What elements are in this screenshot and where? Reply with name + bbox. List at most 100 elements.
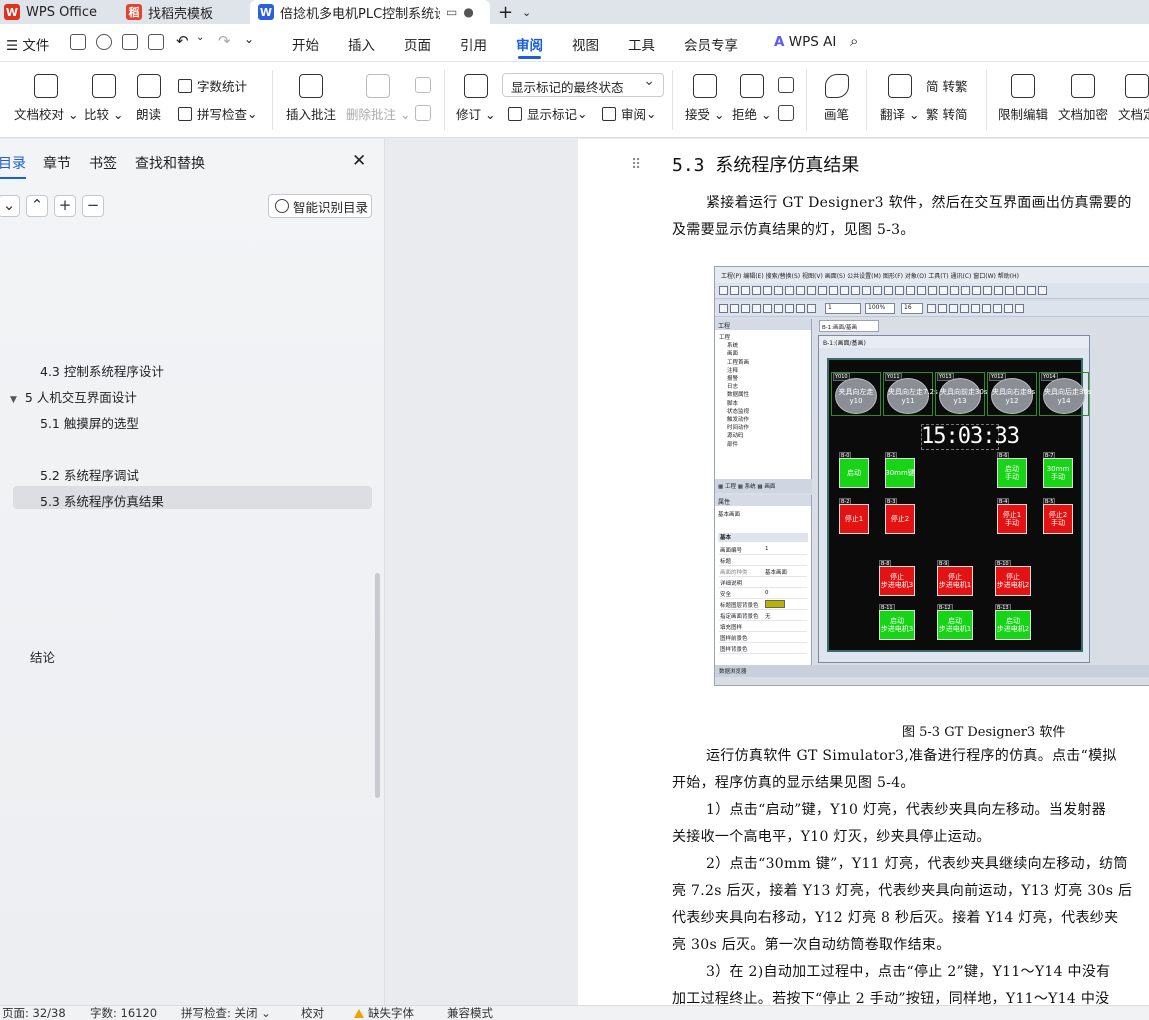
close-pane-icon[interactable]: ✕ xyxy=(352,151,366,171)
mark-state-select[interactable]: 显示标记的最终状态 xyxy=(502,73,664,97)
menu-tab-home[interactable]: 开始 xyxy=(292,34,319,54)
move-up-chevron-icon[interactable]: ⌃ xyxy=(26,195,48,217)
collapse-triangle-icon[interactable]: ▼ xyxy=(10,395,17,405)
toc-item-selected[interactable]: 5.3 系统程序仿真结果 xyxy=(13,486,372,509)
tab-list-chevron-icon[interactable]: ⌄ xyxy=(522,0,534,24)
translate-button[interactable]: 翻译 ⌄ xyxy=(880,74,919,123)
figure-caption[interactable]: 图 5-3 GT Designer3 软件 xyxy=(902,721,1065,740)
to-traditional-button[interactable]: 简 转繁 xyxy=(926,76,968,95)
more-quick-access-icon[interactable]: ⌄ xyxy=(244,32,254,46)
previous-revision-icon[interactable] xyxy=(778,77,794,93)
menu-tab-insert[interactable]: 插入 xyxy=(348,34,375,54)
file-menu-button[interactable]: ☰ 文件 xyxy=(6,34,49,54)
review-ribbon: 文档校对 ⌄ 比较 ⌄ 朗读 字数统计 拼写检查 ⌄ 插入批注 删除批注 ⌄ 修… xyxy=(0,62,1149,138)
word-count-status[interactable]: 字数: 16120 xyxy=(90,1007,157,1020)
search-icon[interactable]: ⌕ xyxy=(850,32,858,50)
expand-level-chevron-icon[interactable]: ⌄ xyxy=(0,195,20,217)
compare-label: 比较 xyxy=(84,107,110,122)
compare-button[interactable]: 比较 ⌄ xyxy=(84,74,123,123)
drag-handle-icon[interactable]: ⠿ xyxy=(631,157,641,173)
nav-tab-toc[interactable]: 目录 xyxy=(0,153,26,179)
paragraph-line[interactable]: 加工过程终止。若按下“停止 2 手动”按钮，同样地，Y11～Y14 中没 xyxy=(672,988,1109,1005)
paragraph-line[interactable]: 1）点击“启动”键，Y10 灯亮，代表纱夹具向左移动。当发射器 xyxy=(706,799,1106,819)
tab-docer-templates[interactable]: 稻 找稻壳模板 xyxy=(126,0,244,24)
previous-comment-icon[interactable] xyxy=(415,77,431,93)
accept-button[interactable]: 接受 ⌄ xyxy=(685,74,724,123)
missing-font-status[interactable]: 缺失字体 xyxy=(354,1007,414,1020)
reject-button[interactable]: 拒绝 ⌄ xyxy=(732,74,771,123)
proof-status[interactable]: 校对 xyxy=(301,1007,324,1020)
remove-heading-minus-icon[interactable]: − xyxy=(82,195,104,217)
wps-ai-button[interactable]: A WPS AI xyxy=(774,34,836,50)
print-icon[interactable] xyxy=(122,34,138,50)
document-page[interactable]: ⠿ 5.3 系统程序仿真结果 紧接着运行 GT Designer3 软件，然后在… xyxy=(578,139,1149,1005)
redo-icon[interactable]: ↷ xyxy=(218,32,231,50)
spell-check-button[interactable]: 拼写检查 ⌄ xyxy=(178,104,258,123)
paragraph-line[interactable]: 及需要显示仿真结果的灯，见图 5-3。 xyxy=(672,219,915,239)
paragraph-line[interactable]: 亮 30s 后灭。第一次自动纺筒卷取作结束。 xyxy=(672,934,951,954)
paragraph-line[interactable]: 紧接着运行 GT Designer3 软件，然后在交互界面画出仿真需要的 xyxy=(706,192,1132,212)
paragraph-line[interactable]: 亮 7.2s 后灭，接着 Y13 灯亮，代表纱夹具向前运动，Y13 灯亮 30s… xyxy=(672,880,1132,900)
add-heading-plus-icon[interactable]: + xyxy=(54,195,76,217)
menu-tab-references[interactable]: 引用 xyxy=(460,34,487,54)
restrict-edit-button[interactable]: 限制编辑 xyxy=(998,74,1048,123)
menu-tab-page[interactable]: 页面 xyxy=(404,34,431,54)
paragraph-line[interactable]: 开始，程序仿真的显示结果见图 5-4。 xyxy=(672,772,915,792)
figure-toolbar-icon xyxy=(719,286,728,295)
menu-tab-tools[interactable]: 工具 xyxy=(628,34,655,54)
page-count[interactable]: 页面: 32/38 xyxy=(2,1007,66,1020)
review-pane-button[interactable]: 审阅 ⌄ xyxy=(602,104,657,123)
toc-item[interactable]: 5.1 触摸屏的选型 xyxy=(40,413,139,432)
smart-toc-button[interactable]: 智能识别目录 xyxy=(268,194,372,218)
figure-toolbar-icon xyxy=(982,304,991,313)
spell-check-status[interactable]: 拼写检查: 关闭 ⌄ xyxy=(181,1007,271,1020)
section-heading[interactable]: 5.3 系统程序仿真结果 xyxy=(672,151,859,177)
print-preview-icon[interactable] xyxy=(148,34,164,50)
nav-scrollbar[interactable] xyxy=(375,573,380,798)
undo-icon[interactable]: ↶ xyxy=(176,32,189,50)
tab-current-document[interactable]: W 倍捻机多电机PLC控制系统设计 ▭ ● xyxy=(250,0,490,24)
word-count-button[interactable]: 字数统计 xyxy=(178,76,247,95)
pen-button[interactable]: 画笔 xyxy=(824,74,849,123)
toc-item[interactable]: ▼ 5 人机交互界面设计 xyxy=(10,387,137,406)
tab-modified-dot-icon[interactable]: ● xyxy=(463,5,473,19)
share-icon[interactable] xyxy=(96,34,112,50)
toc-item[interactable]: 4.3 控制系统程序设计 xyxy=(40,361,164,380)
doc-encrypt-button[interactable]: 文档加密 xyxy=(1058,74,1108,123)
ribbon-divider xyxy=(672,70,673,130)
to-simplified-button[interactable]: 繁 转简 xyxy=(926,104,968,123)
menu-tab-view[interactable]: 视图 xyxy=(572,34,599,54)
show-marks-button[interactable]: 显示标记 ⌄ xyxy=(508,104,588,123)
toc-item[interactable]: 5.2 系统程序调试 xyxy=(40,465,139,484)
revise-button[interactable]: 修订 ⌄ xyxy=(456,74,495,123)
menu-tab-review[interactable]: 审阅 xyxy=(516,34,543,59)
undo-dropdown-icon[interactable]: ⌄ xyxy=(196,32,204,43)
next-revision-icon[interactable] xyxy=(778,105,794,121)
insert-comment-button[interactable]: 插入批注 xyxy=(286,74,336,123)
paragraph-line[interactable]: 3）在 2)自动加工过程中，点击“停止 2”键，Y11～Y14 中没有 xyxy=(706,961,1110,981)
menu-tab-member[interactable]: 会员专享 xyxy=(684,34,738,54)
figure-toolbar-icon xyxy=(840,286,849,295)
figure-gt-designer3[interactable]: 工程(P) 编辑(E) 搜索/替换(S) 视图(V) 画面(S) 公共设置(M)… xyxy=(714,266,1149,686)
doc-check-button[interactable]: 文档校对 ⌄ xyxy=(14,74,78,123)
next-comment-icon[interactable] xyxy=(415,105,431,121)
doc-final-button[interactable]: 文档定 xyxy=(1118,74,1149,123)
nav-tab-bookmarks[interactable]: 书签 xyxy=(89,153,117,173)
toc-item[interactable]: 结论 xyxy=(30,647,55,666)
save-icon[interactable] xyxy=(70,34,86,50)
tab-wps-office[interactable]: W WPS Office xyxy=(4,0,108,24)
figure-pane-title: 工程 xyxy=(715,319,811,330)
figure-hmi-button: 启动 步进电机2 xyxy=(995,610,1031,640)
accept-icon xyxy=(692,74,717,98)
delete-comment-label: 删除批注 xyxy=(346,107,397,122)
nav-tab-chapters[interactable]: 章节 xyxy=(43,153,71,173)
read-aloud-button[interactable]: 朗读 xyxy=(136,74,161,123)
new-tab-plus-icon[interactable]: + xyxy=(498,0,518,24)
delete-comment-button[interactable]: 删除批注 ⌄ xyxy=(346,74,410,123)
paragraph-line[interactable]: 2）点击“30mm 键”，Y11 灯亮，代表纱夹具继续向左移动，纺筒 xyxy=(706,853,1128,873)
paragraph-line[interactable]: 运行仿真软件 GT Simulator3,准备进行程序的仿真。点击“模拟 xyxy=(706,745,1117,765)
paragraph-line[interactable]: 关接收一个高电平，Y10 灯灭，纱夹具停止运动。 xyxy=(672,826,991,846)
paragraph-line[interactable]: 代表纱夹具向右移动，Y12 灯亮 8 秒后灭。接着 Y14 灯亮，代表纱夹 xyxy=(672,907,1118,927)
nav-tab-find-replace[interactable]: 查找和替换 xyxy=(135,153,205,173)
compat-mode-status[interactable]: 兼容模式 xyxy=(447,1007,493,1020)
